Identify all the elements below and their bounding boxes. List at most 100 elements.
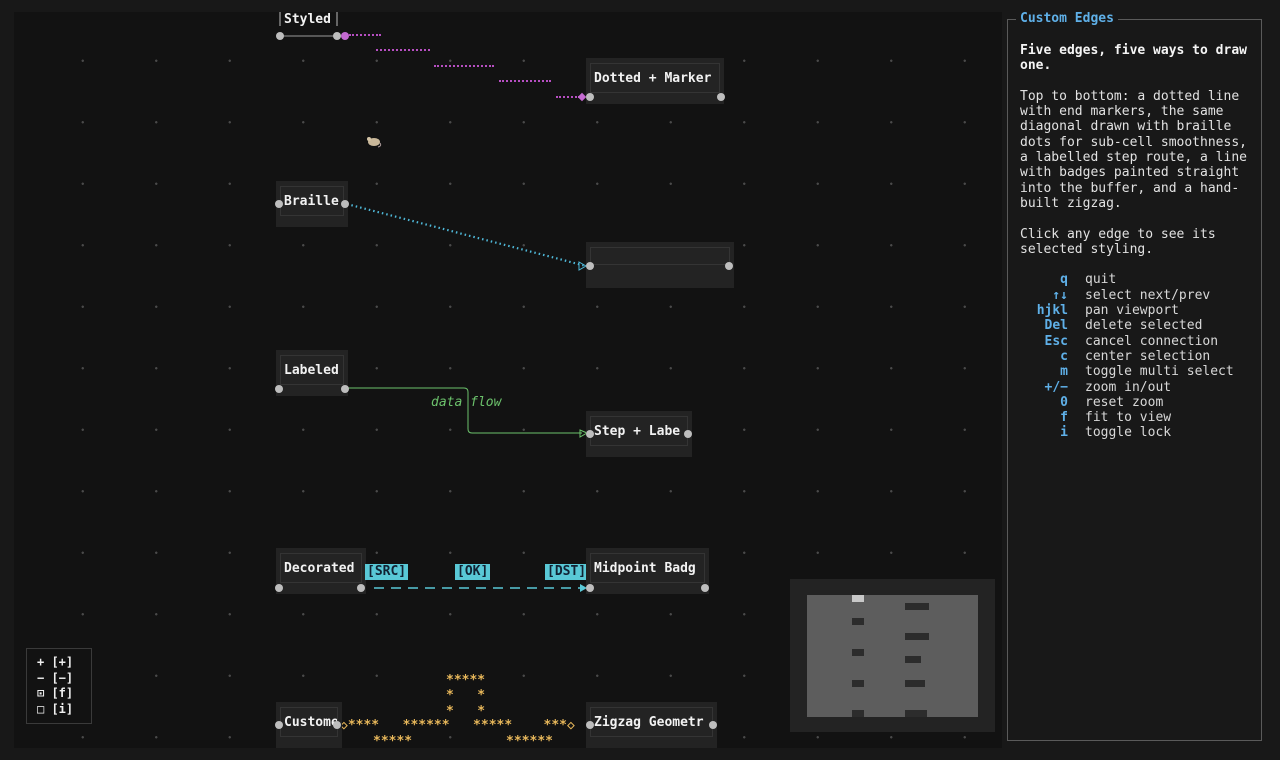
zigzag-mid1[interactable]: * *: [446, 688, 485, 703]
zigzag-row-b[interactable]: ***** ******: [373, 734, 553, 748]
minimap-node: [905, 656, 921, 663]
sidebar-paragraph-2: Click any edge to see its selected styli…: [1020, 226, 1216, 257]
node-decorated[interactable]: Decorated: [276, 548, 366, 594]
port-custom-out[interactable]: [333, 721, 341, 729]
node-dotted-marker-label: Dotted + Marker: [590, 63, 720, 93]
keybinding-desc: quit: [1085, 272, 1117, 288]
node-braille[interactable]: Braille: [276, 181, 348, 227]
keybinding-row: ↑↓ select next/prev: [1020, 288, 1258, 303]
keybinding-desc: cancel connection: [1085, 333, 1219, 349]
minimap-node: [852, 618, 864, 625]
dotted-edge-seg3[interactable]: [434, 65, 494, 67]
node-zigzag-label: Zigzag Geometr: [590, 707, 713, 737]
port-dotted-in[interactable]: [586, 93, 594, 101]
keybinding-key: i: [1060, 425, 1068, 441]
keybinding-desc: center selection: [1085, 348, 1211, 364]
node-step-label-label: Step + Labe: [590, 416, 688, 446]
node-decorated-label: Decorated: [280, 553, 362, 583]
node-styled[interactable]: Styled: [280, 12, 338, 28]
node-braille-target[interactable]: [586, 242, 734, 288]
keybinding-key: hjkl: [1036, 303, 1068, 319]
minimap-viewport[interactable]: [807, 595, 978, 717]
port-step-out[interactable]: [684, 430, 692, 438]
keybinding-key: c: [1060, 348, 1068, 364]
port-decorated-in[interactable]: [275, 584, 283, 592]
keybinding-row: c center selection: [1020, 349, 1258, 364]
keybinding-row: Del delete selected: [1020, 318, 1258, 333]
fit-view-button[interactable]: ⊡ [f]: [37, 686, 91, 702]
zigzag-row-a[interactable]: ◇**** ****** ***** ***◇: [340, 718, 575, 733]
zoom-out-button[interactable]: − [−]: [37, 671, 91, 687]
keybinding-key: q: [1060, 272, 1068, 288]
zoom-controls: + [+] − [−] ⊡ [f] □ [i]: [26, 648, 92, 724]
dotted-edge-seg2[interactable]: [376, 49, 430, 51]
minimap-node: [905, 603, 929, 610]
port-dotted-out[interactable]: [717, 93, 725, 101]
keybinding-row: 0 reset zoom: [1020, 395, 1258, 410]
sidebar-paragraph-1: Top to bottom: a dotted line with end ma…: [1020, 88, 1247, 211]
node-styled-label: Styled: [284, 12, 331, 27]
keybinding-desc: zoom in/out: [1085, 379, 1172, 395]
keybinding-key: +/−: [1044, 379, 1068, 395]
port-braille-in[interactable]: [275, 200, 283, 208]
minimap-node: [852, 710, 864, 717]
node-dotted-marker[interactable]: Dotted + Marker: [586, 58, 724, 104]
sidebar-heading: Five edges, five ways to draw one.: [1020, 43, 1247, 74]
minimap[interactable]: [790, 579, 995, 732]
sidebar-body: Five edges, five ways to draw one. Top t…: [1020, 43, 1258, 441]
keybinding-row: i toggle lock: [1020, 425, 1258, 440]
node-zigzag[interactable]: Zigzag Geometr: [586, 702, 717, 748]
keybinding-key: m: [1060, 364, 1068, 380]
keybinding-desc: fit to view: [1085, 410, 1172, 426]
port-custom-in[interactable]: [275, 721, 283, 729]
node-midpoint-badge[interactable]: Midpoint Badg: [586, 548, 709, 594]
node-braille-label: Braille: [280, 186, 344, 216]
minimap-node: [852, 680, 864, 687]
port-midpoint-out[interactable]: [701, 584, 709, 592]
port-styled-out[interactable]: [333, 32, 341, 40]
port-styled-in[interactable]: [276, 32, 284, 40]
keybinding-list: q quit ↑↓ select next/prev hjkl pan viewport D…: [1020, 272, 1258, 440]
zigzag-mid2[interactable]: * *: [446, 704, 485, 719]
minimap-node: [905, 710, 927, 717]
keybinding-desc: select next/prev: [1085, 287, 1211, 303]
badge-ok: [OK]: [455, 564, 491, 580]
rat-cursor-icon: [366, 136, 382, 148]
dotted-edge-seg1[interactable]: [349, 34, 381, 36]
node-step-label[interactable]: Step + Labe: [586, 411, 692, 457]
keybinding-row: m toggle multi select: [1020, 364, 1258, 379]
keybinding-key: f: [1060, 410, 1068, 426]
port-labeled-in[interactable]: [275, 385, 283, 393]
dotted-edge-seg4[interactable]: [499, 80, 551, 82]
node-braille-target-label: [590, 247, 730, 265]
port-styled-marker[interactable]: [341, 32, 349, 40]
minimap-node: [905, 633, 929, 640]
keybinding-desc: reset zoom: [1085, 394, 1164, 410]
dotted-edge-seg5[interactable]: [556, 96, 580, 98]
port-braille-target-out[interactable]: [725, 262, 733, 270]
keybinding-key: Esc: [1044, 333, 1068, 349]
keybinding-row: Esc cancel connection: [1020, 334, 1258, 349]
port-decorated-out[interactable]: [357, 584, 365, 592]
port-zigzag-out[interactable]: [709, 721, 717, 729]
keybinding-row: hjkl pan viewport: [1020, 303, 1258, 318]
badge-src: [SRC]: [365, 564, 409, 580]
port-labeled-out[interactable]: [341, 385, 349, 393]
zigzag-top[interactable]: *****: [446, 673, 485, 688]
keybinding-key: 0: [1060, 394, 1068, 410]
minimap-node: [852, 595, 864, 602]
toggle-lock-button[interactable]: □ [i]: [37, 702, 91, 718]
braille-edge[interactable]: [346, 202, 587, 268]
port-braille-out[interactable]: [341, 200, 349, 208]
keybinding-desc: toggle lock: [1085, 425, 1172, 441]
port-step-in[interactable]: [586, 430, 594, 438]
port-midpoint-in[interactable]: [586, 584, 594, 592]
minimap-node: [852, 649, 864, 656]
edge-label-data-flow[interactable]: data flow: [431, 395, 501, 410]
node-midpoint-badge-label: Midpoint Badg: [590, 553, 705, 583]
port-zigzag-in[interactable]: [586, 721, 594, 729]
keybinding-row: f fit to view: [1020, 410, 1258, 425]
port-braille-target-in[interactable]: [586, 262, 594, 270]
node-labeled[interactable]: Labeled: [276, 350, 348, 396]
zoom-in-button[interactable]: + [+]: [37, 655, 91, 671]
